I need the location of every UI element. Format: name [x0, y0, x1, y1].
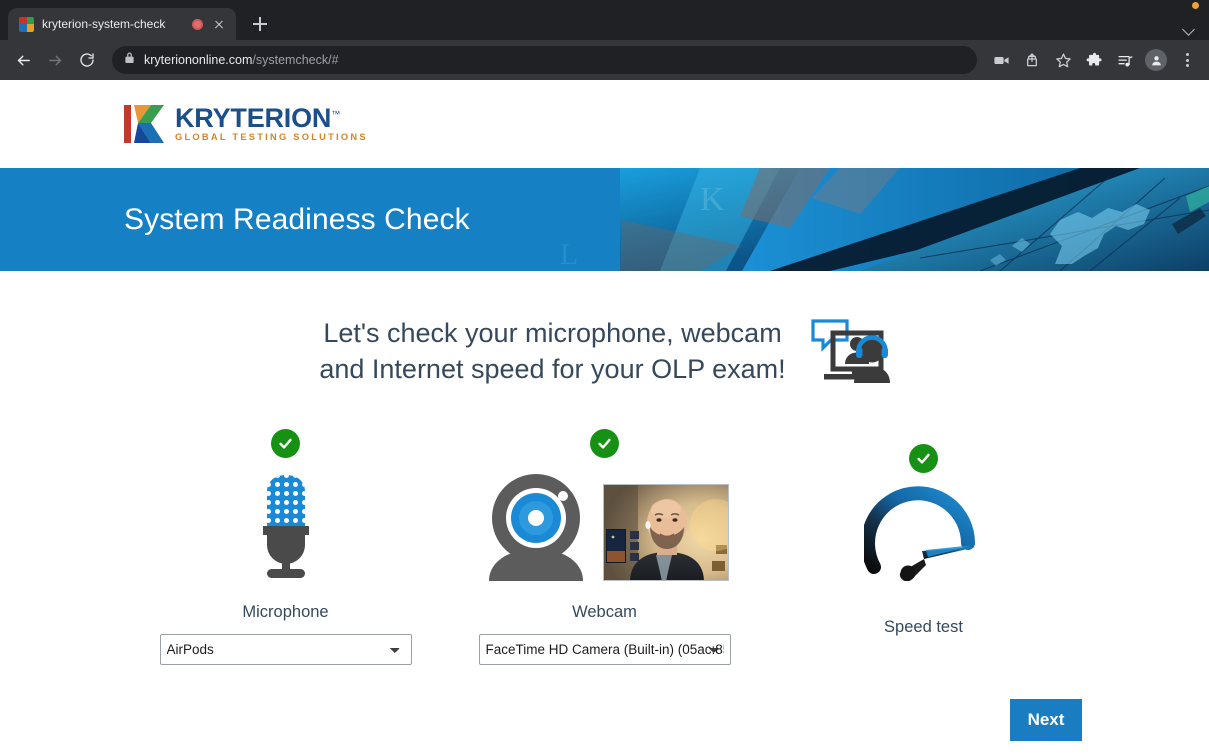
microphone-icon — [262, 475, 309, 578]
toolbar-icons — [987, 46, 1201, 74]
webcam-label: Webcam — [572, 603, 637, 621]
chevron-down-icon[interactable] — [1183, 23, 1195, 35]
proctored-video-session-icon — [810, 317, 892, 388]
browser-chrome: kryterion-system-check kryteriononline.c… — [0, 0, 1209, 80]
tab-strip: kryterion-system-check — [0, 2, 1209, 40]
check-webcam: Webcam FaceTime HD Camera (Built-in) (05… — [445, 428, 764, 665]
check-microphone: Microphone AirPods — [126, 428, 445, 665]
logo-text: KRYTERION™ GLOBAL TESTING SOLUTIONS — [175, 105, 368, 142]
address-bar[interactable]: kryteriononline.com/systemcheck/# — [112, 46, 977, 74]
window-status-dot-icon — [1192, 2, 1199, 9]
browser-window: kryterion-system-check kryteriononline.c… — [0, 0, 1209, 755]
svg-text:K: K — [700, 181, 725, 218]
page-title: System Readiness Check — [124, 202, 470, 236]
headline-text: Let's check your microphone, webcam and … — [319, 317, 786, 384]
speed-test-label: Speed test — [884, 618, 963, 636]
speedometer-gauge-icon — [863, 486, 976, 581]
webcam-select[interactable]: FaceTime HD Camera (Built-in) (05ac:8514… — [478, 634, 731, 665]
svg-text:L: L — [560, 238, 578, 271]
microphone-select[interactable]: AirPods — [159, 634, 412, 665]
next-button[interactable]: Next — [1010, 699, 1082, 741]
status-badge-wrap — [271, 428, 300, 458]
url-path: /systemcheck/# — [252, 53, 339, 67]
bookmark-star-icon[interactable] — [1049, 46, 1077, 74]
url-host: kryteriononline.com — [144, 53, 253, 67]
green-check-badge — [590, 428, 619, 458]
microphone-select-wrap: AirPods — [159, 634, 412, 665]
device-checks: Microphone AirPods Webcam FaceTime HD Ca… — [0, 428, 1209, 665]
site-header: KRYTERION™ GLOBAL TESTING SOLUTIONS — [0, 80, 1209, 168]
speed-test-visual — [863, 476, 984, 581]
recording-dot-icon — [192, 18, 203, 30]
plus-icon[interactable] — [246, 10, 274, 38]
extensions-puzzle-icon[interactable] — [1080, 46, 1108, 74]
webcam-select-wrap: FaceTime HD Camera (Built-in) (05ac:8514… — [478, 634, 731, 665]
lock-icon — [124, 51, 135, 69]
status-badge-wrap — [909, 443, 938, 473]
browser-tab[interactable]: kryterion-system-check — [8, 8, 236, 40]
tab-title: kryterion-system-check — [42, 17, 166, 31]
microphone-visual — [255, 461, 317, 581]
logo-tagline: GLOBAL TESTING SOLUTIONS — [175, 132, 368, 143]
logo-wordmark: KRYTERION™ — [175, 103, 341, 134]
webcam-icon — [488, 474, 583, 581]
status-badge-wrap — [590, 428, 619, 458]
microphone-label: Microphone — [242, 603, 329, 621]
arrow-forward-icon[interactable] — [40, 45, 70, 75]
close-icon[interactable] — [211, 16, 227, 32]
more-menu-icon[interactable] — [1173, 46, 1201, 74]
green-check-badge — [271, 428, 300, 458]
kryterion-k-mark — [124, 104, 166, 144]
reload-icon[interactable] — [72, 45, 102, 75]
page-content: KRYTERION™ GLOBAL TESTING SOLUTIONS K L … — [0, 80, 1209, 755]
video-camera-icon[interactable] — [987, 46, 1015, 74]
green-check-badge — [909, 443, 938, 473]
arrow-back-icon[interactable] — [8, 45, 38, 75]
webcam-live-preview — [602, 484, 729, 581]
page-banner: K L System Readiness Check — [0, 168, 1209, 271]
kryterion-favicon — [19, 16, 34, 32]
media-playlist-icon[interactable] — [1111, 46, 1139, 74]
headline-row: Let's check your microphone, webcam and … — [0, 315, 1209, 388]
trademark-symbol: ™ — [331, 109, 341, 120]
check-speed-test: Speed test — [764, 428, 1083, 637]
url-text: kryteriononline.com/systemcheck/# — [144, 53, 339, 67]
kryterion-logo[interactable]: KRYTERION™ GLOBAL TESTING SOLUTIONS — [124, 104, 368, 144]
share-icon[interactable] — [1018, 46, 1046, 74]
browser-toolbar: kryteriononline.com/systemcheck/# — [0, 40, 1209, 80]
main-content: Let's check your microphone, webcam and … — [0, 271, 1209, 741]
webcam-visual — [481, 461, 729, 581]
profile-avatar-icon[interactable] — [1142, 46, 1170, 74]
footer-row: Next — [0, 665, 1209, 741]
